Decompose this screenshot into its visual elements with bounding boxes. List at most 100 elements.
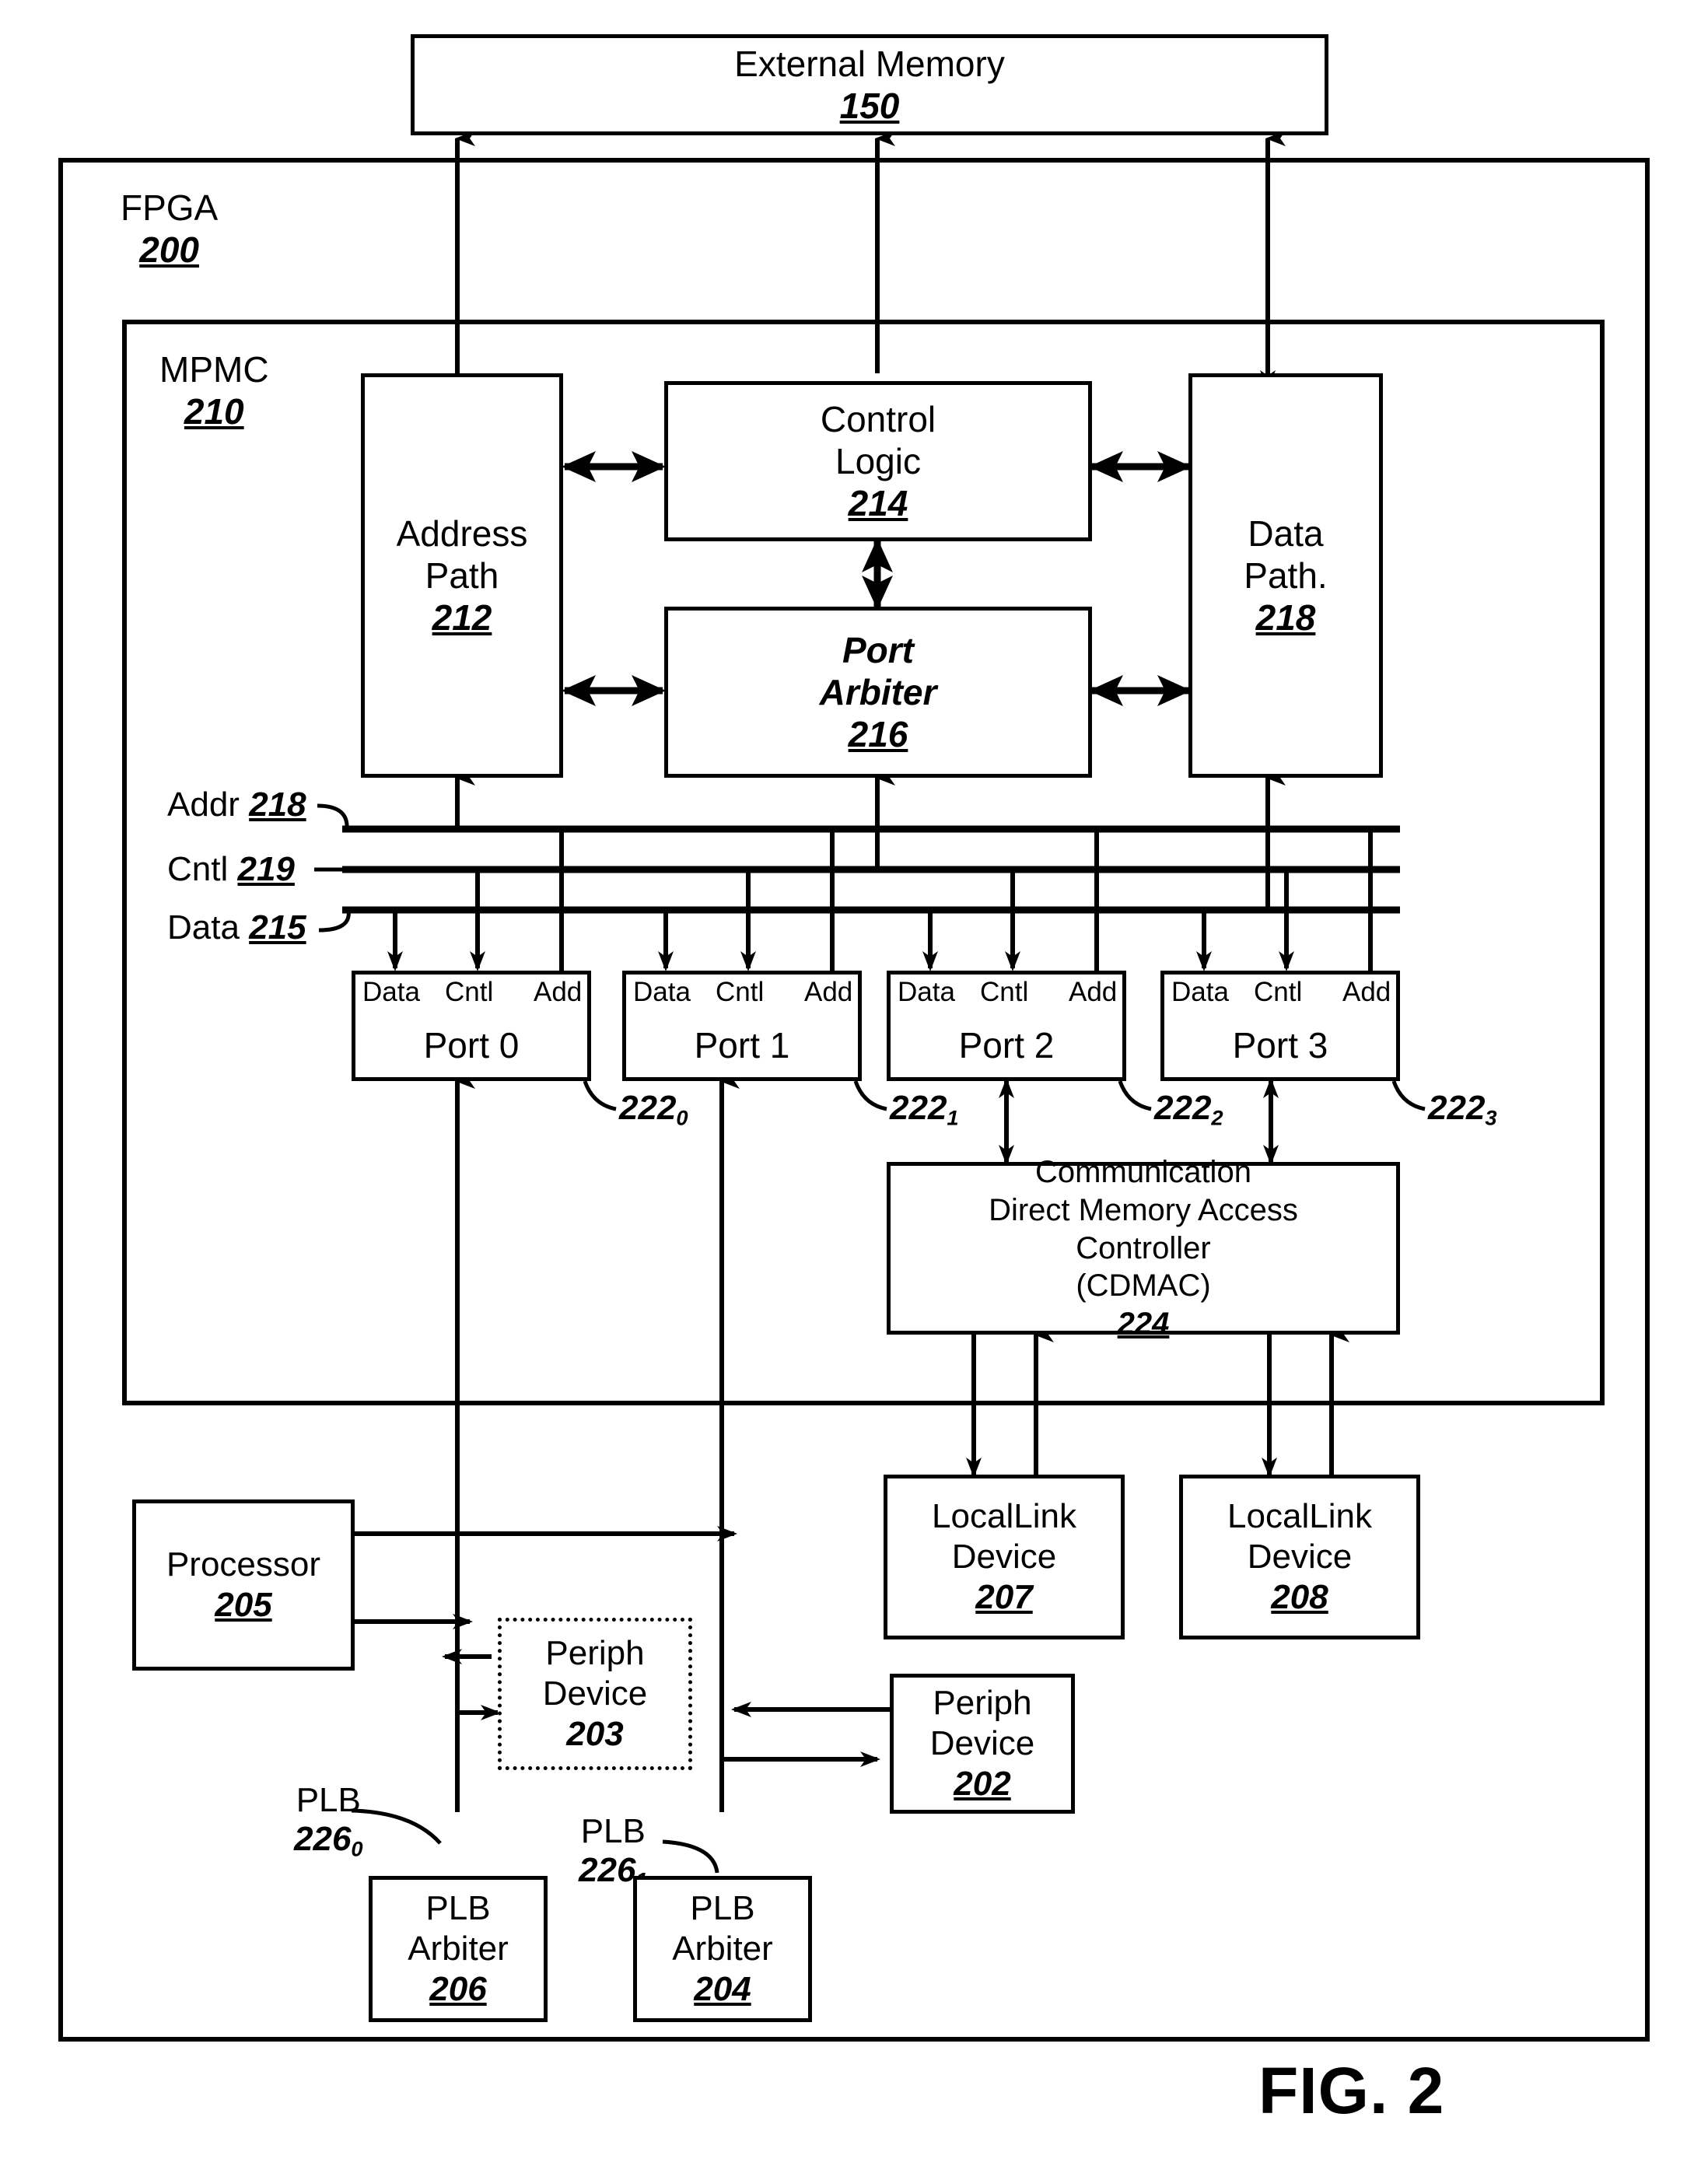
data-bus-label: Data 215 [167,908,306,947]
mpmc-ref: 210 [184,391,244,432]
cdmac-acronym: (CDMAC) [1076,1268,1211,1303]
fpga-ref: 200 [139,229,199,270]
external-memory-box: External Memory 150 [411,34,1328,135]
cdmac-line2: Direct Memory Access [989,1192,1298,1227]
plb-226-0-ref-sub: 0 [351,1836,363,1861]
cdmac-box: Communication Direct Memory Access Contr… [887,1155,1400,1341]
locallink-208-line2: Device [1247,1538,1353,1576]
port-2-title: Port 2 [958,1024,1055,1066]
port-1-signal-addr: Add [804,977,853,1007]
port-1-ref: 2221 [890,1089,959,1131]
plb-arbiter-206-line1: PLB [425,1889,491,1928]
plb-226-1-name: PLB [580,1812,646,1850]
patent-figure-2: External Memory 150 FPGA 200 MPMC 210 Ad… [0,0,1708,2159]
port-arbiter-ref: 216 [848,714,908,755]
cdmac-line3: Controller [1076,1230,1211,1265]
port-arbiter-word: Arbiter [819,671,937,712]
port-arbiter-line2: Arbiter 216 [820,671,937,756]
plb-226-1-ref-base: 226 [579,1851,636,1889]
port-1-signal-data: Data [633,977,691,1007]
port-1-signal-cntl: Cntl [716,977,765,1007]
locallink-207-line1: LocalLink [932,1497,1076,1536]
periph-203-line2: Device [542,1674,648,1713]
locallink-207-line2: Device [951,1538,1057,1576]
data-path-ref: 218 [1255,597,1316,639]
cdmac-line4: (CDMAC) 224 [1076,1267,1210,1343]
locallink-207-ref: 207 [975,1577,1033,1616]
port-0-ref-base: 222 [619,1089,677,1127]
port-0-ref: 2220 [619,1089,688,1131]
fpga-label: FPGA 200 [121,187,218,271]
data-path-box: Data Path. 218 [1188,373,1383,778]
plb-arbiter-206-ref: 206 [429,1969,487,2008]
mpmc-label: MPMC 210 [159,348,269,432]
addr-bus-label: Addr 218 [167,786,306,824]
data-path-line1: Data [1248,513,1324,554]
data-bus-ref: 215 [249,908,306,947]
plb-arbiter-206-box: PLB Arbiter 206 [369,1876,548,2022]
port-3-title: Port 3 [1232,1024,1328,1066]
port-3-signal-data: Data [1171,977,1229,1007]
plb-arbiter-204-line2: Arbiter [672,1930,773,1968]
mpmc-title: MPMC [159,349,269,390]
plb-arbiter-206-line2: Arbiter [408,1930,509,1968]
port-3-ref: 2223 [1428,1089,1497,1131]
processor-box: Processor 205 [132,1499,355,1671]
locallink-208-ref: 208 [1271,1577,1328,1616]
port-1-title: Port 1 [694,1024,790,1066]
figure-label: FIG. 2 [1258,2054,1445,2127]
port-2-signal-data: Data [898,977,955,1007]
processor-ref: 205 [215,1586,272,1624]
port-2-ref: 2222 [1154,1089,1223,1131]
periph-203-line1: Periph [545,1634,645,1673]
port-arbiter-line1: Port [842,629,914,670]
cntl-bus-ref: 219 [237,850,295,888]
port-2-signal-cntl: Cntl [980,977,1029,1007]
cntl-bus-name: Cntl [167,850,229,888]
plb-arbiter-204-box: PLB Arbiter 204 [633,1876,812,2022]
cdmac-ref: 224 [1117,1307,1170,1342]
port-1-ref-sub: 1 [947,1105,959,1130]
address-path-line1: Address [396,513,528,554]
control-logic-line2: Logic 214 [835,440,921,525]
port-0-title: Port 0 [423,1024,520,1066]
port-arbiter-box: Port Arbiter 216 [664,607,1092,778]
periph-device-202-box: Periph Device 202 [890,1674,1075,1814]
addr-bus-ref: 218 [249,786,306,824]
plb-226-0-ref-base: 226 [294,1820,352,1858]
address-path-box: Address Path 212 [361,373,563,778]
cdmac-line1: Communication [1035,1155,1251,1190]
port-0-signal-data: Data [362,977,420,1007]
periph-202-line2: Device [929,1724,1035,1763]
port-3-ref-base: 222 [1428,1089,1486,1127]
processor-line1: Processor [166,1545,321,1584]
port-3-ref-sub: 3 [1485,1105,1497,1130]
address-path-line2: Path [425,555,499,596]
address-path-ref: 212 [432,597,492,639]
fpga-title: FPGA [121,187,219,228]
control-logic-box: Control Logic 214 [664,381,1092,541]
port-3-signal-cntl: Cntl [1254,977,1303,1007]
plb-arbiter-204-ref: 204 [694,1969,751,2008]
periph-202-line1: Periph [933,1684,1032,1723]
plb-226-0-ref: 2260 [294,1820,363,1861]
data-path-line2: Path. [1244,555,1328,596]
locallink-device-208-box: LocalLink Device 208 [1179,1475,1420,1639]
addr-bus-name: Addr [167,786,240,824]
external-memory-ref: 150 [839,86,900,126]
periph-device-203-box: Periph Device 203 [498,1618,692,1770]
plb-226-0-name: PLB [296,1781,361,1819]
external-memory-title: External Memory [734,43,1005,84]
control-logic-word: Logic [835,440,921,481]
port-3-signal-addr: Add [1342,977,1391,1007]
data-bus-name: Data [167,908,240,947]
locallink-device-207-box: LocalLink Device 207 [884,1475,1125,1639]
plb-226-0-label: PLB 2260 [294,1781,363,1862]
plb-arbiter-204-line1: PLB [690,1889,755,1928]
port-2-ref-sub: 2 [1211,1105,1223,1130]
port-1-ref-base: 222 [890,1089,947,1127]
port-0-ref-sub: 0 [676,1105,688,1130]
port-2-signal-addr: Add [1069,977,1118,1007]
port-2-ref-base: 222 [1154,1089,1212,1127]
port-0-signal-cntl: Cntl [445,977,494,1007]
